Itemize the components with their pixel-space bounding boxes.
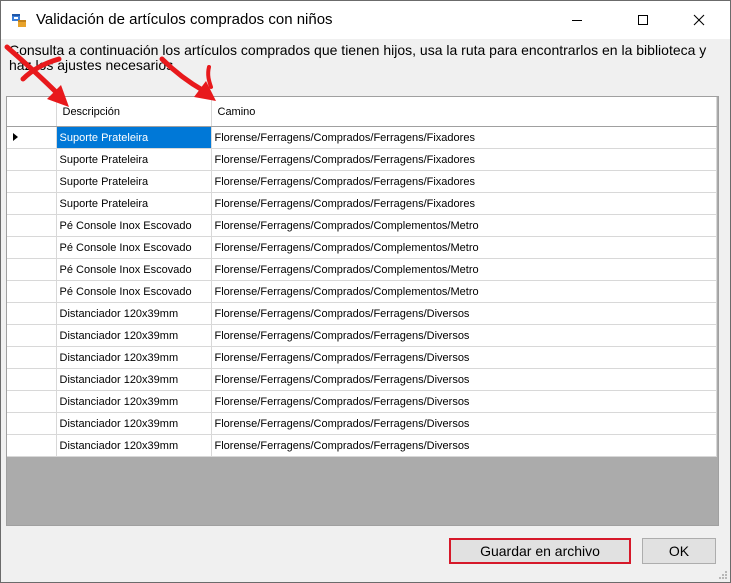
row-header[interactable] (7, 412, 57, 435)
row-pointer-icon (13, 133, 18, 141)
table-row[interactable]: Suporte Prateleira Florense/Ferragens/Com… (7, 148, 717, 171)
table-row[interactable]: Pé Console Inox Escovado Florense/Ferrage… (7, 236, 717, 259)
row-header[interactable] (7, 302, 57, 325)
close-button[interactable] (676, 1, 722, 39)
row-header[interactable] (7, 324, 57, 347)
column-header-camino[interactable]: Camino (211, 97, 717, 127)
cell-descripcion[interactable]: Suporte Prateleira (56, 192, 212, 215)
table-row[interactable]: Distanciador 120x39mm Florense/Ferragens/… (7, 368, 717, 391)
row-header[interactable] (7, 192, 57, 215)
cell-camino[interactable]: Florense/Ferragens/Comprados/Complemento… (211, 214, 717, 237)
table-row[interactable]: Distanciador 120x39mm Florense/Ferragens/… (7, 390, 717, 413)
cell-descripcion[interactable]: Suporte Prateleira (56, 170, 212, 193)
ok-button[interactable]: OK (642, 538, 716, 564)
cell-descripcion[interactable]: Distanciador 120x39mm (56, 302, 212, 325)
cell-descripcion[interactable]: Distanciador 120x39mm (56, 390, 212, 413)
table-row[interactable]: Suporte Prateleira Florense/Ferragens/Com… (7, 170, 717, 193)
row-header[interactable] (7, 346, 57, 369)
annotation-arrow-icon (206, 65, 213, 89)
table-row[interactable]: Suporte Prateleira Florense/Ferragens/Com… (7, 126, 717, 149)
table-row[interactable]: Distanciador 120x39mm Florense/Ferragens/… (7, 302, 717, 325)
cell-descripcion[interactable]: Pé Console Inox Escovado (56, 280, 212, 303)
row-header[interactable] (7, 148, 57, 171)
cell-descripcion[interactable]: Suporte Prateleira (56, 126, 212, 149)
minimize-button[interactable] (554, 1, 600, 39)
maximize-icon (638, 15, 648, 25)
row-header[interactable] (7, 236, 57, 259)
cell-camino[interactable]: Florense/Ferragens/Comprados/Ferragens/F… (211, 126, 717, 149)
row-header[interactable] (7, 368, 57, 391)
cell-camino[interactable]: Florense/Ferragens/Comprados/Complemento… (211, 236, 717, 259)
cell-camino[interactable]: Florense/Ferragens/Comprados/Ferragens/D… (211, 412, 717, 435)
row-header[interactable] (7, 434, 57, 457)
description-text: Consulta a continuación los artículos co… (9, 42, 707, 73)
window-app-icon (12, 14, 26, 27)
table-row[interactable]: Pé Console Inox Escovado Florense/Ferrage… (7, 214, 717, 237)
cell-camino[interactable]: Florense/Ferragens/Comprados/Complemento… (211, 258, 717, 281)
cell-camino[interactable]: Florense/Ferragens/Comprados/Ferragens/D… (211, 324, 717, 347)
grid-table: Descripción Camino Suporte Prateleira Flo… (7, 97, 717, 457)
row-header[interactable] (7, 258, 57, 281)
cell-camino[interactable]: Florense/Ferragens/Comprados/Ferragens/F… (211, 192, 717, 215)
minimize-icon (572, 20, 582, 21)
table-row[interactable]: Pé Console Inox Escovado Florense/Ferrage… (7, 258, 717, 281)
cell-descripcion[interactable]: Suporte Prateleira (56, 148, 212, 171)
cell-camino[interactable]: Florense/Ferragens/Comprados/Ferragens/F… (211, 148, 717, 171)
data-grid[interactable]: Descripción Camino Suporte Prateleira Flo… (6, 96, 719, 526)
grid-header-row: Descripción Camino (7, 97, 717, 127)
table-row[interactable]: Distanciador 120x39mm Florense/Ferragens/… (7, 412, 717, 435)
cell-camino[interactable]: Florense/Ferragens/Comprados/Ferragens/F… (211, 170, 717, 193)
dialog-window: Validación de artículos comprados con ni… (0, 0, 731, 583)
cell-camino[interactable]: Florense/Ferragens/Comprados/Ferragens/D… (211, 302, 717, 325)
cell-descripcion[interactable]: Distanciador 120x39mm (56, 346, 212, 369)
row-header[interactable] (7, 214, 57, 237)
cell-descripcion[interactable]: Distanciador 120x39mm (56, 434, 212, 457)
table-row[interactable]: Distanciador 120x39mm Florense/Ferragens/… (7, 434, 717, 457)
table-row[interactable]: Distanciador 120x39mm Florense/Ferragens/… (7, 346, 717, 369)
cell-descripcion[interactable]: Distanciador 120x39mm (56, 412, 212, 435)
table-row[interactable]: Pé Console Inox Escovado Florense/Ferrage… (7, 280, 717, 303)
cell-camino[interactable]: Florense/Ferragens/Comprados/Complemento… (211, 280, 717, 303)
table-row[interactable]: Distanciador 120x39mm Florense/Ferragens/… (7, 324, 717, 347)
maximize-button[interactable] (620, 1, 666, 39)
annotation-arrow-icon (20, 56, 62, 82)
cell-descripcion[interactable]: Pé Console Inox Escovado (56, 236, 212, 259)
cell-descripcion[interactable]: Distanciador 120x39mm (56, 368, 212, 391)
table-row[interactable]: Suporte Prateleira Florense/Ferragens/Com… (7, 192, 717, 215)
close-icon (693, 14, 705, 26)
save-to-file-button[interactable]: Guardar en archivo (449, 538, 631, 564)
resize-grip-icon[interactable] (718, 570, 728, 580)
title-bar[interactable]: Validación de artículos comprados con ni… (1, 1, 730, 39)
window-title: Validación de artículos comprados con ni… (36, 11, 333, 28)
cell-camino[interactable]: Florense/Ferragens/Comprados/Ferragens/D… (211, 368, 717, 391)
cell-descripcion[interactable]: Distanciador 120x39mm (56, 324, 212, 347)
row-header[interactable] (7, 170, 57, 193)
cell-camino[interactable]: Florense/Ferragens/Comprados/Ferragens/D… (211, 390, 717, 413)
row-header[interactable] (7, 390, 57, 413)
cell-descripcion[interactable]: Pé Console Inox Escovado (56, 214, 212, 237)
cell-descripcion[interactable]: Pé Console Inox Escovado (56, 258, 212, 281)
cell-camino[interactable]: Florense/Ferragens/Comprados/Ferragens/D… (211, 434, 717, 457)
cell-camino[interactable]: Florense/Ferragens/Comprados/Ferragens/D… (211, 346, 717, 369)
row-header[interactable] (7, 126, 57, 149)
row-header[interactable] (7, 280, 57, 303)
